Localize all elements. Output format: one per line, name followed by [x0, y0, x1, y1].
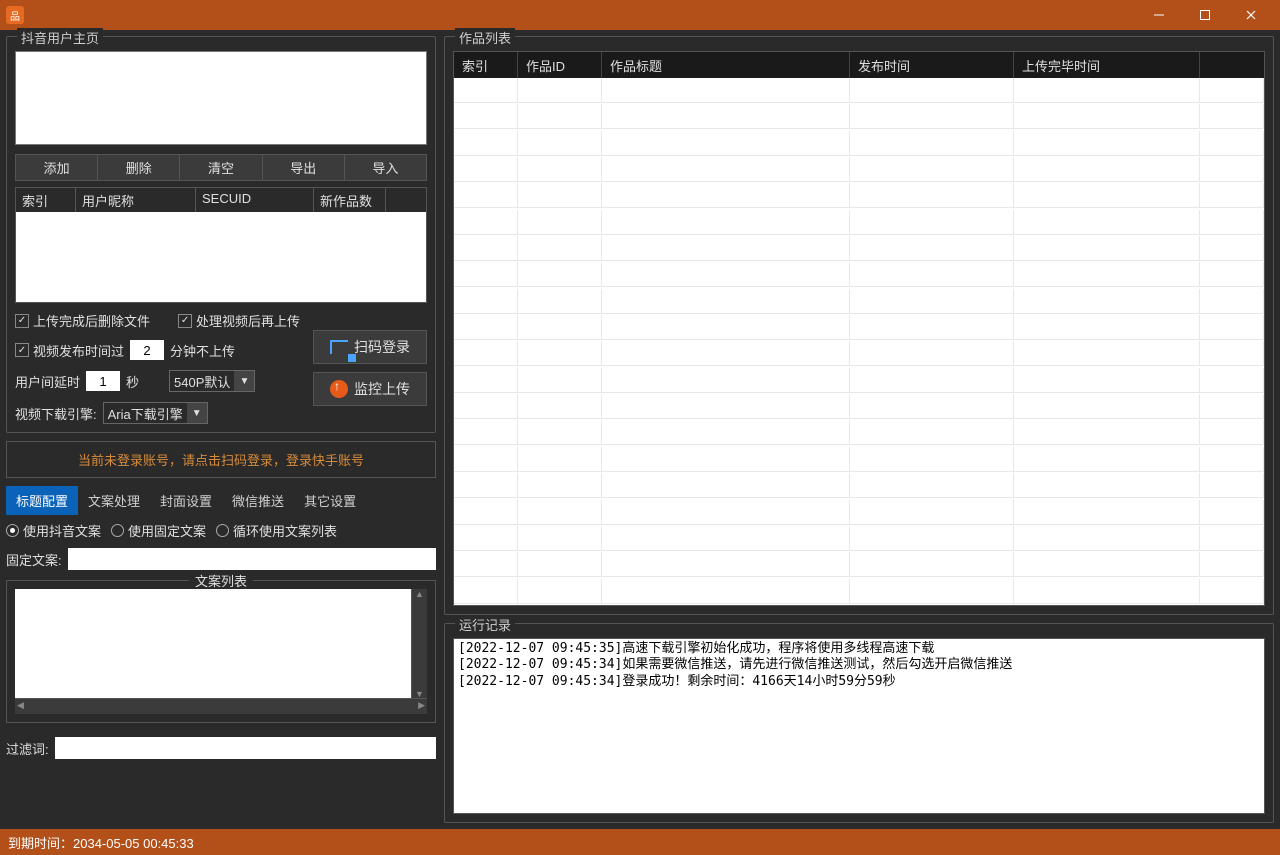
user-th-secuid[interactable]: SECUID [196, 188, 314, 212]
chk-delete-after-upload[interactable]: 上传完成后删除文件 [15, 311, 150, 330]
expiry-label: 到期时间：2034-05-05 00:45:33 [8, 833, 194, 852]
statusbar: 到期时间：2034-05-05 00:45:33 [0, 829, 1280, 855]
delete-button[interactable]: 删除 [98, 154, 180, 181]
scan-login-button[interactable]: 扫码登录 [313, 330, 427, 364]
tab-title-config[interactable]: 标题配置 [6, 486, 78, 515]
works-table: 索引 作品ID 作品标题 发布时间 上传完毕时间 [453, 51, 1265, 606]
import-button[interactable]: 导入 [345, 154, 427, 181]
works-th-uptime[interactable]: 上传完毕时间 [1014, 52, 1200, 78]
upload-icon [330, 380, 348, 398]
tab-other-setting[interactable]: 其它设置 [294, 486, 366, 515]
checkbox-icon [15, 343, 29, 357]
close-button[interactable] [1228, 0, 1274, 30]
works-panel-title: 作品列表 [455, 28, 515, 47]
login-warning: 当前未登录账号，请点击扫码登录，登录快手账号 [6, 441, 436, 478]
engine-select[interactable]: Aria下载引擎▼ [103, 402, 208, 424]
scan-icon [330, 340, 348, 354]
chk-process-then-upload[interactable]: 处理视频后再上传 [178, 311, 300, 330]
user-th-blank [386, 188, 426, 212]
user-delay-unit: 秒 [126, 372, 139, 391]
checkbox-icon [178, 314, 192, 328]
tab-wechat-push[interactable]: 微信推送 [222, 486, 294, 515]
user-th-newcount[interactable]: 新作品数 [314, 188, 386, 212]
text-list-title: 文案列表 [189, 571, 253, 590]
log-panel: 运行记录 [2022-12-07 09:45:35]高速下载引擎初始化成功，程序… [444, 623, 1274, 823]
radio-icon [216, 524, 229, 537]
filter-input[interactable] [55, 737, 436, 759]
user-delay-label: 用户间延时 [15, 372, 80, 391]
chevron-down-icon: ▼ [234, 371, 254, 391]
log-panel-title: 运行记录 [455, 615, 515, 634]
works-table-header: 索引 作品ID 作品标题 发布时间 上传完毕时间 [454, 52, 1264, 78]
radio-use-fixed-text[interactable]: 使用固定文案 [111, 521, 206, 540]
add-button[interactable]: 添加 [15, 154, 98, 181]
tab-cover-setting[interactable]: 封面设置 [150, 486, 222, 515]
checkbox-icon [15, 314, 29, 328]
homepage-input[interactable] [15, 51, 427, 145]
engine-label: 视频下载引擎: [15, 404, 97, 423]
publish-minutes-input[interactable] [130, 340, 164, 360]
works-th-title[interactable]: 作品标题 [602, 52, 850, 78]
config-section: 标题配置 文案处理 封面设置 微信推送 其它设置 使用抖音文案 使用固定文案 循… [6, 486, 436, 759]
works-table-body[interactable] [454, 78, 1264, 605]
radio-icon [111, 524, 124, 537]
tab-text-process[interactable]: 文案处理 [78, 486, 150, 515]
window-controls [1136, 0, 1274, 30]
resolution-select[interactable]: 540P默认▼ [169, 370, 255, 392]
minimize-button[interactable] [1136, 0, 1182, 30]
scrollbar-horizontal[interactable] [15, 698, 427, 714]
radio-use-text-list[interactable]: 循环使用文案列表 [216, 521, 337, 540]
scrollbar-vertical[interactable] [411, 589, 427, 699]
user-table: 索引 用户昵称 SECUID 新作品数 [15, 187, 427, 303]
chevron-down-icon: ▼ [187, 403, 207, 423]
monitor-upload-button[interactable]: 监控上传 [313, 372, 427, 406]
radio-icon [6, 524, 19, 537]
user-delay-input[interactable] [86, 371, 120, 391]
user-th-index[interactable]: 索引 [16, 188, 76, 212]
works-th-index[interactable]: 索引 [454, 52, 518, 78]
text-list-box[interactable] [15, 589, 427, 699]
app-icon: 品 [6, 6, 24, 24]
chk-publish-time[interactable]: 视频发布时间过 [15, 341, 124, 360]
clear-button[interactable]: 清空 [180, 154, 262, 181]
homepage-panel-title: 抖音用户主页 [17, 28, 103, 47]
works-th-pubtime[interactable]: 发布时间 [850, 52, 1014, 78]
user-table-body[interactable] [16, 212, 426, 302]
log-box[interactable]: [2022-12-07 09:45:35]高速下载引擎初始化成功，程序将使用多线… [453, 638, 1265, 814]
publish-minutes-suffix: 分钟不上传 [170, 341, 235, 360]
user-table-header: 索引 用户昵称 SECUID 新作品数 [16, 188, 426, 212]
maximize-button[interactable] [1182, 0, 1228, 30]
homepage-panel: 抖音用户主页 添加 删除 清空 导出 导入 索引 用户昵称 SECUID 新作品… [6, 36, 436, 433]
export-button[interactable]: 导出 [263, 154, 345, 181]
works-panel: 作品列表 索引 作品ID 作品标题 发布时间 上传完毕时间 [444, 36, 1274, 615]
works-th-id[interactable]: 作品ID [518, 52, 602, 78]
config-tabs: 标题配置 文案处理 封面设置 微信推送 其它设置 [6, 486, 436, 515]
text-list-panel: 文案列表 [6, 580, 436, 723]
works-th-blank [1200, 52, 1264, 78]
radio-use-douyin-text[interactable]: 使用抖音文案 [6, 521, 101, 540]
titlebar: 品 [0, 0, 1280, 30]
user-th-nickname[interactable]: 用户昵称 [76, 188, 196, 212]
filter-label: 过滤词: [6, 739, 49, 758]
fixed-text-input[interactable] [68, 548, 436, 570]
fixed-text-label: 固定文案: [6, 550, 62, 569]
